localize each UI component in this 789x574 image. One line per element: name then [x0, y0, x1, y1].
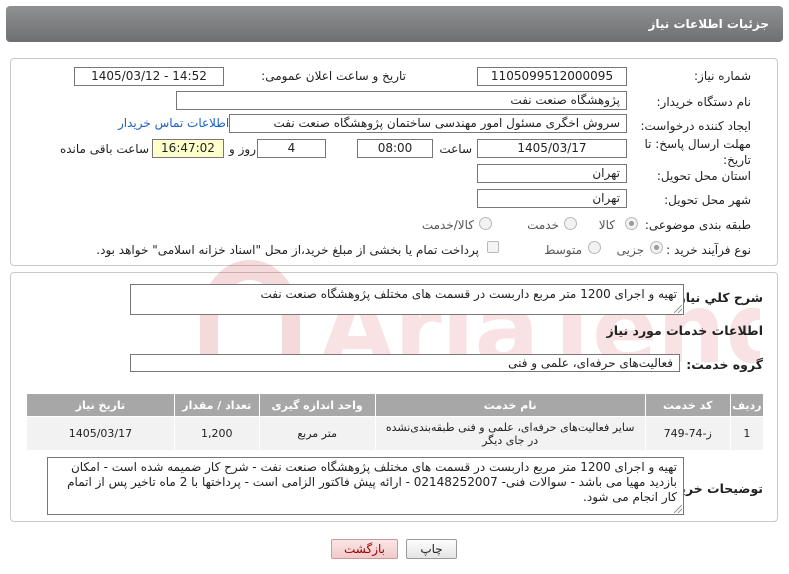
time-label: ساعت [439, 142, 472, 156]
service-group-label: گروه خدمت: [686, 357, 763, 372]
cell-quantity: 1,200 [173, 416, 260, 451]
remaining-time-field: 16:47:02 [152, 139, 224, 158]
deadline-label: مهلت ارسال پاسخ: تا تاریخ: [644, 137, 751, 167]
delivery-city-label: شهر محل تحویل: [664, 193, 751, 207]
category-radio-goods-service[interactable] [479, 217, 492, 230]
delivery-province-field: تهران [477, 164, 627, 183]
category-radio-service[interactable] [564, 217, 577, 230]
remaining-label: ساعت باقی مانده [59, 142, 149, 156]
col-header-service-code: کد خدمت [644, 393, 731, 417]
general-desc-text: تهیه و اجرای 1200 متر مربع داربست در قسم… [260, 287, 677, 301]
category-option-goods-service: کالا/خدمت [421, 218, 474, 232]
purchase-option-minor: جزیی [616, 243, 644, 257]
treasury-payment-checkbox[interactable] [487, 241, 499, 253]
col-header-quantity: تعداد / مقدار [173, 393, 260, 417]
purchase-type-label: نوع فرآیند خرید : [666, 243, 751, 257]
purchase-option-medium: متوسط [544, 243, 582, 257]
delivery-city-field: تهران [477, 189, 627, 208]
announce-datetime-field: 1405/03/12 - 14:52 [74, 67, 224, 86]
col-header-unit: واحد اندازه گیری [258, 393, 376, 417]
window-title-bar: جزئیات اطلاعات نیاز [6, 6, 783, 42]
category-label: طبقه بندی موضوعی: [644, 218, 751, 232]
cell-unit: متر مربع [258, 416, 376, 451]
category-option-goods: کالا [598, 218, 615, 232]
requester-label: ایجاد کننده درخواست: [640, 119, 751, 133]
category-radio-goods[interactable] [625, 217, 638, 230]
purchase-radio-medium[interactable] [588, 241, 601, 254]
deadline-time-field: 08:00 [357, 139, 433, 158]
services-info-heading: اطلاعات خدمات مورد نیاز [606, 323, 764, 338]
cell-need-date: 1405/03/17 [26, 416, 175, 451]
cell-service-name: سایر فعالیت‌های حرفه‌ای، علمی و فنی طبقه… [374, 416, 646, 451]
delivery-province-label: استان محل تحویل: [656, 169, 751, 183]
back-button[interactable]: بازگشت [331, 539, 398, 559]
cell-row-number: 1 [729, 416, 765, 451]
col-header-need-date: تاریخ نیاز [26, 393, 175, 417]
need-number-field: 1105099512000095 [477, 67, 627, 86]
resize-grip-icon[interactable] [674, 305, 682, 313]
table-header-row: ردیف کد خدمت نام خدمت واحد اندازه گیری ت… [26, 393, 765, 417]
days-and-label: روز و [229, 142, 256, 156]
col-header-service-name: نام خدمت [374, 393, 646, 417]
table-row[interactable]: 1 ز-74-749 سایر فعالیت‌های حرفه‌ای، علمی… [26, 416, 765, 451]
purchase-radio-minor[interactable] [650, 241, 663, 254]
payment-note: پرداخت تمام یا بخشی از مبلغ خرید،از محل … [96, 243, 479, 257]
buyer-contact-link[interactable]: اطلاعات تماس خریدار [118, 116, 229, 130]
resize-grip-icon[interactable] [674, 505, 682, 513]
services-table: ردیف کد خدمت نام خدمت واحد اندازه گیری ت… [26, 393, 765, 451]
requester-field: سروش اخگری مسئول امور مهندسی ساختمان پژو… [229, 114, 627, 133]
window-title: جزئیات اطلاعات نیاز [648, 17, 769, 31]
buyer-notes-text: تهیه و اجرای 1200 متر مربع داربست در قسم… [67, 460, 677, 504]
print-button[interactable]: چاپ [406, 539, 457, 559]
general-desc-label: شرح کلي نیاز: [673, 290, 763, 305]
col-header-row-number: ردیف [729, 393, 765, 417]
announce-datetime-label: تاریخ و ساعت اعلان عمومی: [261, 69, 406, 83]
deadline-date-field: 1405/03/17 [477, 139, 627, 158]
buyer-notes-textarea: تهیه و اجرای 1200 متر مربع داربست در قسم… [47, 457, 684, 515]
general-desc-textarea: تهیه و اجرای 1200 متر مربع داربست در قسم… [130, 284, 684, 315]
days-field: 4 [257, 139, 326, 158]
cell-service-code: ز-74-749 [644, 416, 731, 451]
category-option-service: خدمت [527, 218, 559, 232]
need-number-label: شماره نیاز: [694, 69, 751, 83]
buyer-org-field: پژوهشگاه صنعت نفت [176, 91, 627, 110]
buyer-org-label: نام دستگاه خریدار: [656, 95, 752, 109]
service-group-field: فعالیت‌های حرفه‌ای، علمی و فنی [130, 354, 680, 372]
